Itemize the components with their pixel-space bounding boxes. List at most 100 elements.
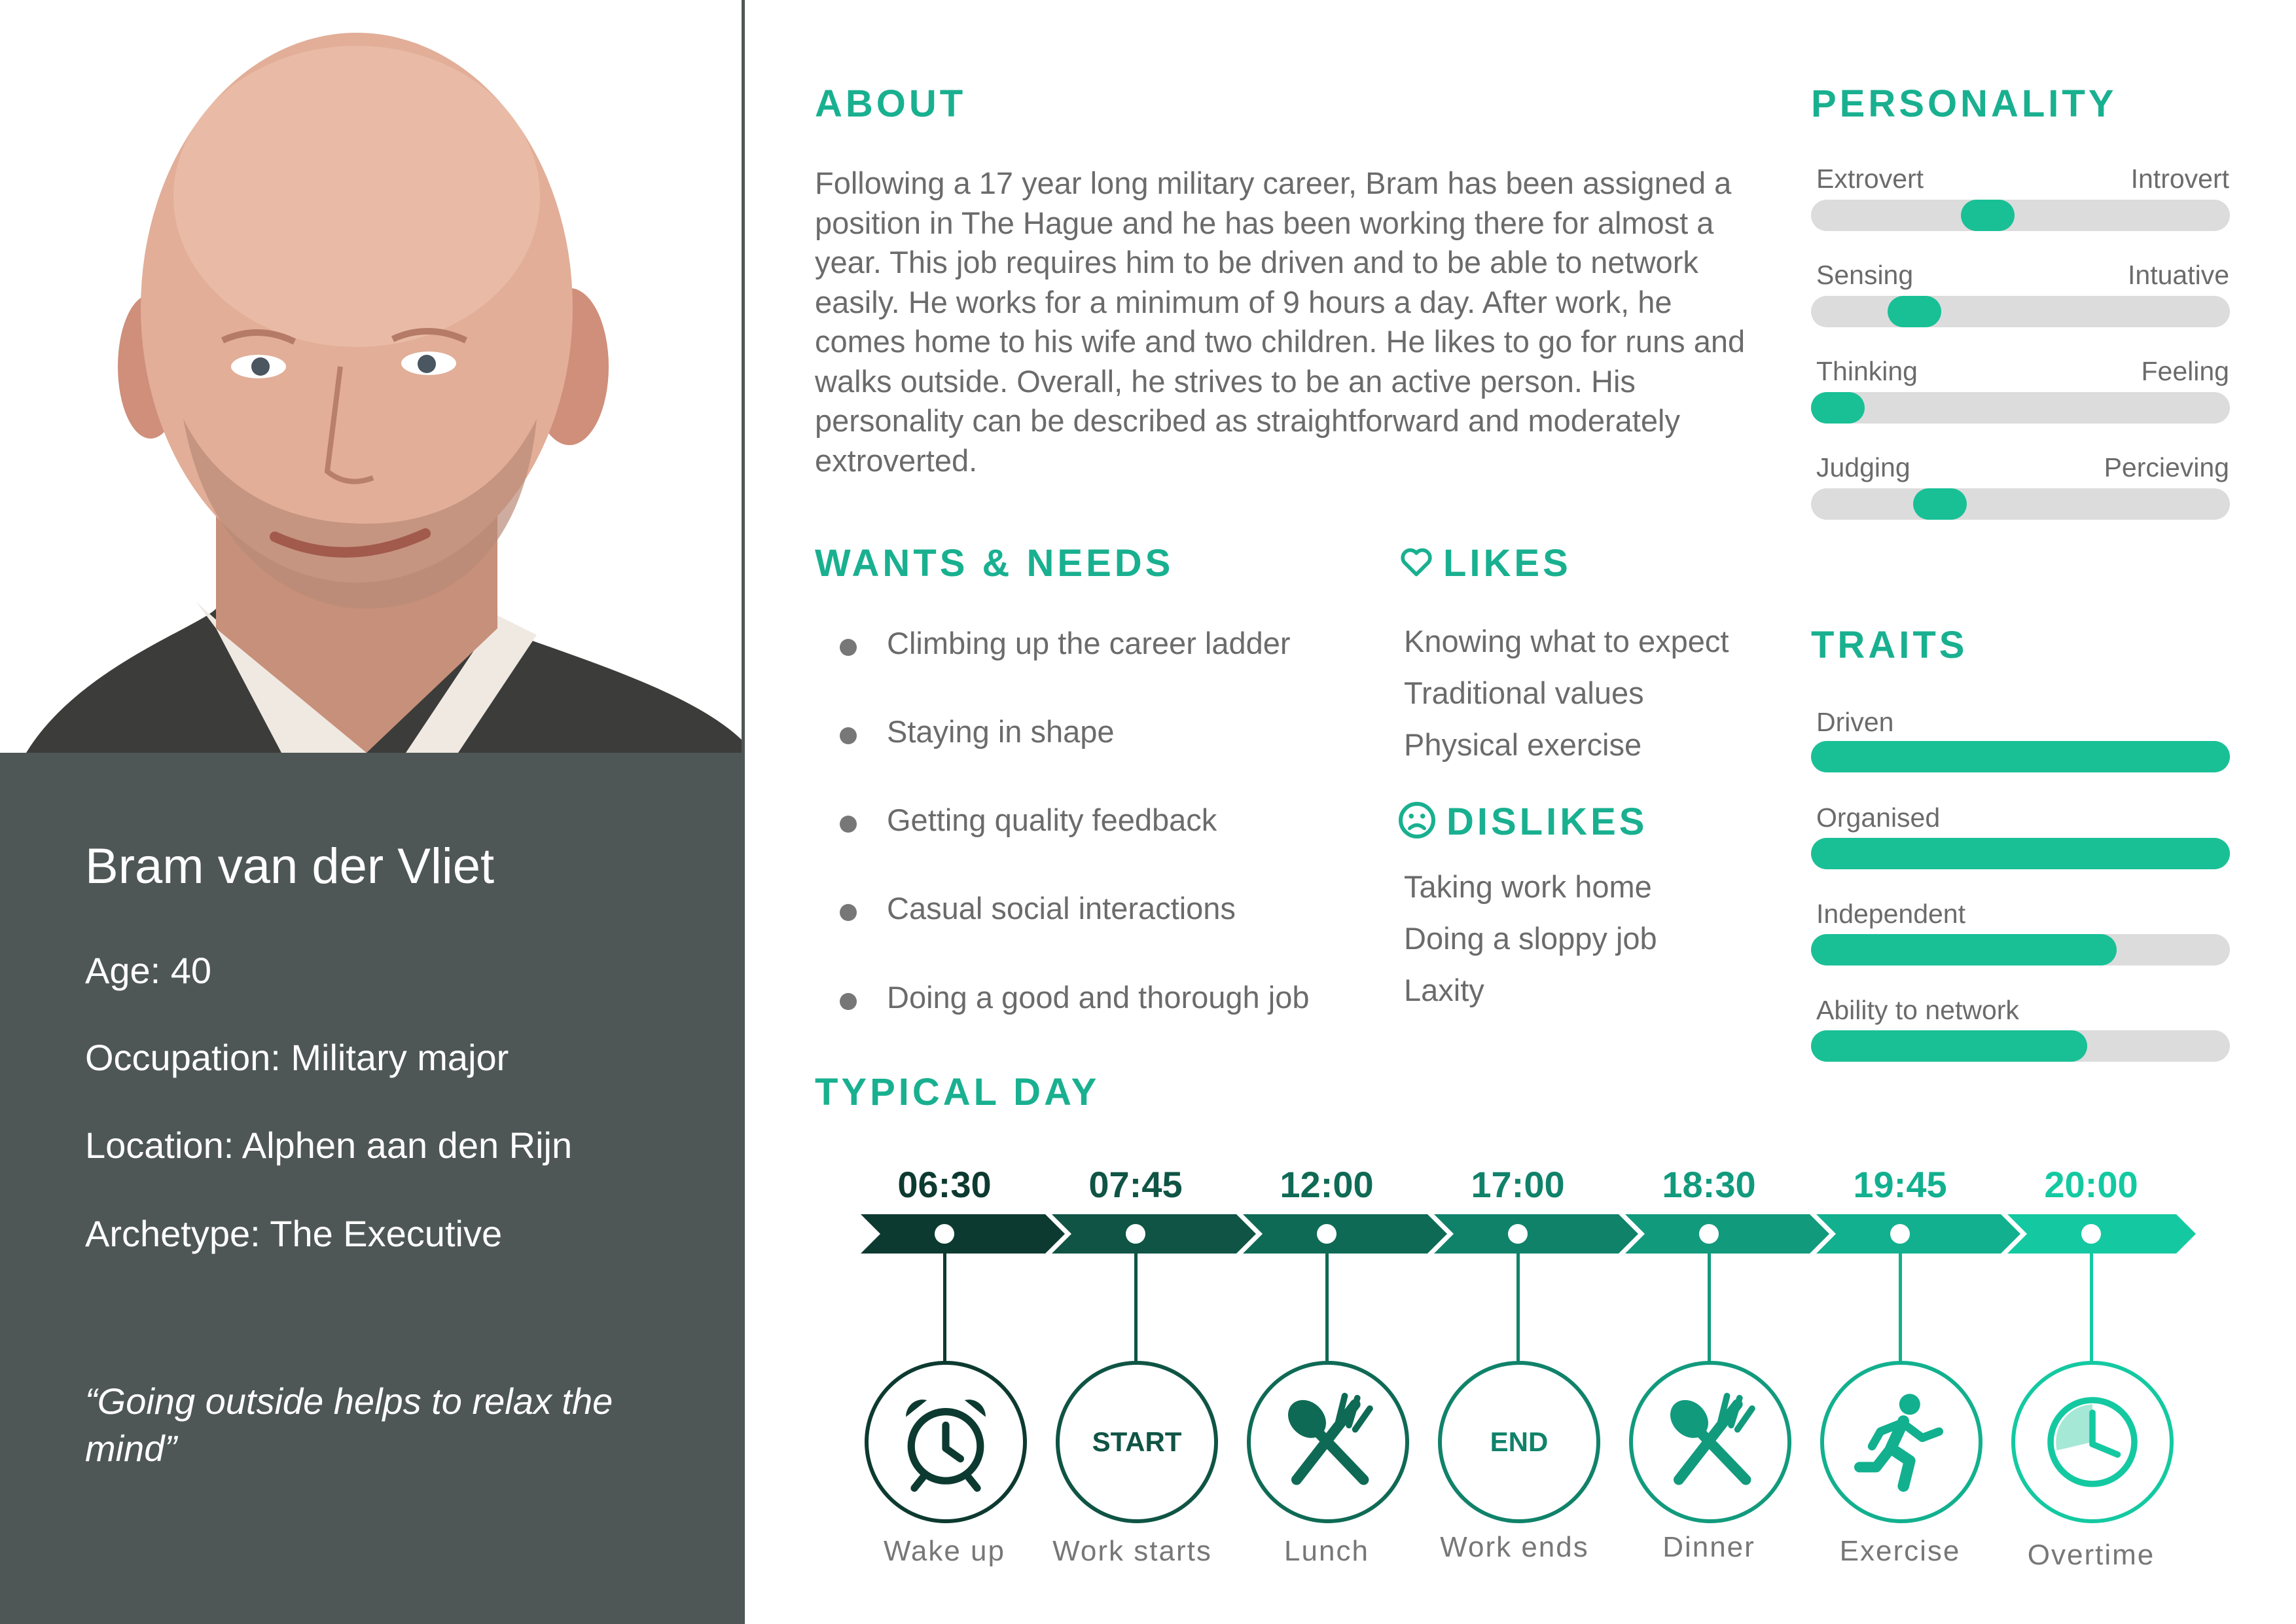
timeline-dot [1317, 1224, 1336, 1244]
scale-right-label: Introvert [2130, 164, 2229, 194]
want-item: Casual social interactions [887, 891, 1236, 926]
timeline-segment [1625, 1214, 1829, 1254]
bullet-dot [840, 904, 857, 921]
timeline-segment [1243, 1214, 1447, 1254]
sad-face-icon [1397, 801, 1437, 840]
scale-right-label: Percieving [2104, 452, 2229, 482]
timeline-stem [1516, 1247, 1520, 1362]
dislike-item: Laxity [1404, 973, 1484, 1007]
timeline-stem [1708, 1247, 1711, 1362]
trait-bar [1811, 1030, 2230, 1062]
timeline-dot [1890, 1224, 1910, 1244]
event-circle [865, 1361, 1027, 1523]
slider-knob [1811, 392, 1865, 424]
spoon-fork-icon [1670, 1392, 1755, 1485]
timeline-segment [2007, 1214, 2196, 1254]
bullet-dot [840, 993, 857, 1010]
scale-right-label: Feeling [2141, 356, 2229, 386]
want-item: Getting quality feedback [887, 803, 1217, 837]
timeline-stem [1899, 1247, 1902, 1362]
personality-slider [1811, 200, 2230, 231]
wants-heading: WANTS & NEEDS [815, 542, 1174, 585]
likes-heading: LIKES [1443, 542, 1571, 585]
bullet-dot [840, 816, 857, 833]
event-label: Work ends [1440, 1531, 1589, 1563]
timeline-dot [935, 1224, 954, 1244]
traits-heading: TRAITS [1811, 624, 1968, 666]
event-time: 07:45 [1088, 1164, 1183, 1205]
event-label: Work starts [1052, 1535, 1212, 1567]
trait-bar [1811, 741, 2230, 772]
persona-photo [0, 0, 742, 753]
persona-name: Bram van der Vliet [85, 839, 495, 894]
timeline-stem [943, 1247, 946, 1362]
event-time: 20:00 [2044, 1164, 2138, 1205]
trait-label: Ability to network [1816, 995, 2019, 1025]
personality-slider [1811, 296, 2230, 327]
like-item: Traditional values [1404, 676, 1644, 710]
dislike-item: Doing a sloppy job [1404, 921, 1657, 956]
slider-knob [1960, 200, 2015, 231]
timeline-segment [1434, 1214, 1638, 1254]
event-label: Lunch [1284, 1535, 1369, 1567]
trait-label: Driven [1816, 707, 1894, 737]
start-text-icon: START [1092, 1426, 1182, 1457]
scale-left-label: Extrovert [1816, 164, 1924, 194]
timeline-dot [2081, 1224, 2101, 1244]
event-circle [1820, 1361, 1982, 1523]
trait-bar [1811, 838, 2230, 869]
slider-knob [1913, 488, 1967, 520]
divider-line [742, 0, 745, 753]
event-circle [1629, 1361, 1791, 1523]
persona-location: Location: Alphen aan den Rijn [85, 1125, 573, 1166]
timeline-segment [1052, 1214, 1256, 1254]
event-circle [1247, 1361, 1409, 1523]
persona-portrait-image [26, 33, 742, 753]
persona-age: Age: 40 [85, 950, 212, 991]
trait-bar-fill [1811, 838, 2230, 869]
timeline-segment [1816, 1214, 2020, 1254]
scale-right-label: Intuative [2128, 260, 2229, 290]
about-heading: ABOUT [815, 82, 967, 125]
slider-knob [1888, 296, 1942, 327]
persona-occupation: Occupation: Military major [85, 1037, 509, 1078]
timeline-stem [1325, 1247, 1329, 1362]
runner-icon [1854, 1394, 1943, 1492]
personality-slider [1811, 488, 2230, 520]
persona-archetype: Archetype: The Executive [85, 1213, 503, 1254]
event-time: 19:45 [1853, 1164, 1947, 1205]
like-item: Knowing what to expect [1404, 624, 1729, 659]
scale-left-label: Thinking [1816, 356, 1918, 386]
trait-bar-fill [1811, 934, 2117, 965]
scale-left-label: Judging [1816, 452, 1910, 482]
dislikes-heading: DISLIKES [1446, 801, 1648, 843]
personality-slider [1811, 392, 2230, 424]
want-item: Climbing up the career ladder [887, 626, 1291, 660]
timeline-dot [1699, 1224, 1719, 1244]
want-item: Staying in shape [887, 714, 1115, 749]
bullet-dot [840, 727, 857, 744]
event-circle: START [1056, 1361, 1218, 1523]
event-label: Wake up [883, 1535, 1005, 1567]
trait-bar [1811, 934, 2230, 965]
event-circle [2011, 1361, 2174, 1523]
about-text: Following a 17 year long military career… [815, 166, 1746, 478]
trait-label: Independent [1816, 899, 1966, 929]
timeline-dot [1126, 1224, 1145, 1244]
event-label: Exercise [1839, 1535, 1961, 1567]
event-label: Dinner [1662, 1531, 1755, 1563]
end-text-icon: END [1490, 1426, 1549, 1457]
dislike-item: Taking work home [1404, 869, 1652, 904]
event-time: 18:30 [1662, 1164, 1756, 1205]
alarm-clock-icon [906, 1399, 986, 1492]
timeline-dot [1508, 1224, 1528, 1244]
event-time: 06:30 [897, 1164, 992, 1205]
want-item: Doing a good and thorough job [887, 980, 1310, 1015]
heart-icon [1399, 545, 1433, 579]
event-time: 12:00 [1280, 1164, 1374, 1205]
scale-left-label: Sensing [1816, 260, 1914, 290]
event-label: Overtime [2027, 1539, 2155, 1571]
timeline-stem [1134, 1247, 1138, 1362]
timeline-stem [2090, 1247, 2093, 1362]
trait-label: Organised [1816, 803, 1941, 833]
